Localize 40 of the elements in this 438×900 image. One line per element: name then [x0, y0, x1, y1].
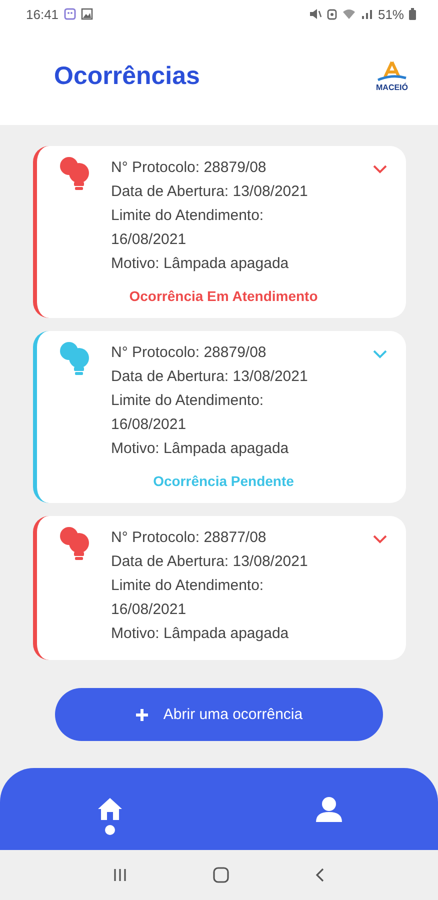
detail-text: Limite do Atendimento:: [111, 206, 265, 226]
detail-text: Limite do Atendimento:: [111, 576, 265, 596]
open-occurrence-button[interactable]: Abrir uma ocorrência: [55, 688, 383, 741]
home-icon[interactable]: [96, 796, 124, 822]
logo-text: MACEIÓ: [376, 83, 408, 92]
plus-icon: [135, 708, 150, 722]
back-icon[interactable]: [314, 867, 326, 883]
status-text: Ocorrência Em Atendimento: [128, 288, 319, 304]
detail-text: Data de Abertura: 13/08/2021: [111, 552, 309, 572]
recent-apps-icon[interactable]: [112, 867, 128, 883]
detail-text: Motivo: Lâmpada apagada: [111, 624, 290, 644]
detail-text: 16/08/2021: [111, 230, 188, 250]
image-icon: [80, 8, 93, 20]
detail-text: 16/08/2021: [111, 600, 188, 620]
clock-time: 16:41: [26, 6, 59, 22]
occurrence-card[interactable]: N° Protocolo: 28879/08 Data de Abertura: 13/08/2021 Limite do Atendimento: 16/08/2021 Motivo: Lâmpada apagada Ocorrência Em Atendimento: [33, 146, 406, 318]
home-button-icon[interactable]: [212, 866, 230, 884]
detail-text: Data de Abertura: 13/08/2021: [111, 182, 309, 202]
signal-icon: [360, 8, 373, 20]
alarm-icon: [326, 8, 337, 20]
page-title: Ocorrências: [54, 62, 200, 91]
detail-text: Motivo: Lâmpada apagada: [111, 439, 290, 459]
mute-icon: [308, 8, 322, 20]
battery-percentage: 51%: [378, 6, 404, 22]
detail-text: Limite do Atendimento:: [111, 391, 265, 411]
chevron-icon[interactable]: [372, 534, 388, 544]
detail-text: N° Protocolo: 28877/08: [111, 528, 268, 548]
detail-text: N° Protocolo: 28879/08: [111, 343, 268, 363]
battery-icon: [409, 8, 416, 20]
detail-text: Data de Abertura: 13/08/2021: [111, 367, 309, 387]
status-text: Ocorrência Pendente: [152, 473, 295, 489]
detail-text: N° Protocolo: 28879/08: [111, 158, 268, 178]
profile-icon[interactable]: [314, 796, 342, 822]
occurrence-card[interactable]: N° Protocolo: 28877/08 Data de Abertura: 13/08/2021 Limite do Atendimento: 16/08/2021 Motivo: Lâmpada apagada: [33, 516, 406, 660]
detail-text: Motivo: Lâmpada apagada: [111, 254, 290, 274]
wifi-icon: [342, 8, 356, 20]
detail-text: 16/08/2021: [111, 415, 188, 435]
notification-icon: [64, 8, 76, 20]
chevron-icon[interactable]: [372, 164, 388, 174]
occurrence-card[interactable]: N° Protocolo: 28879/08 Data de Abertura: 13/08/2021 Limite do Atendimento: 16/08/2021 Motivo: Lâmpada apagada Ocorrência Pendente: [33, 331, 406, 503]
